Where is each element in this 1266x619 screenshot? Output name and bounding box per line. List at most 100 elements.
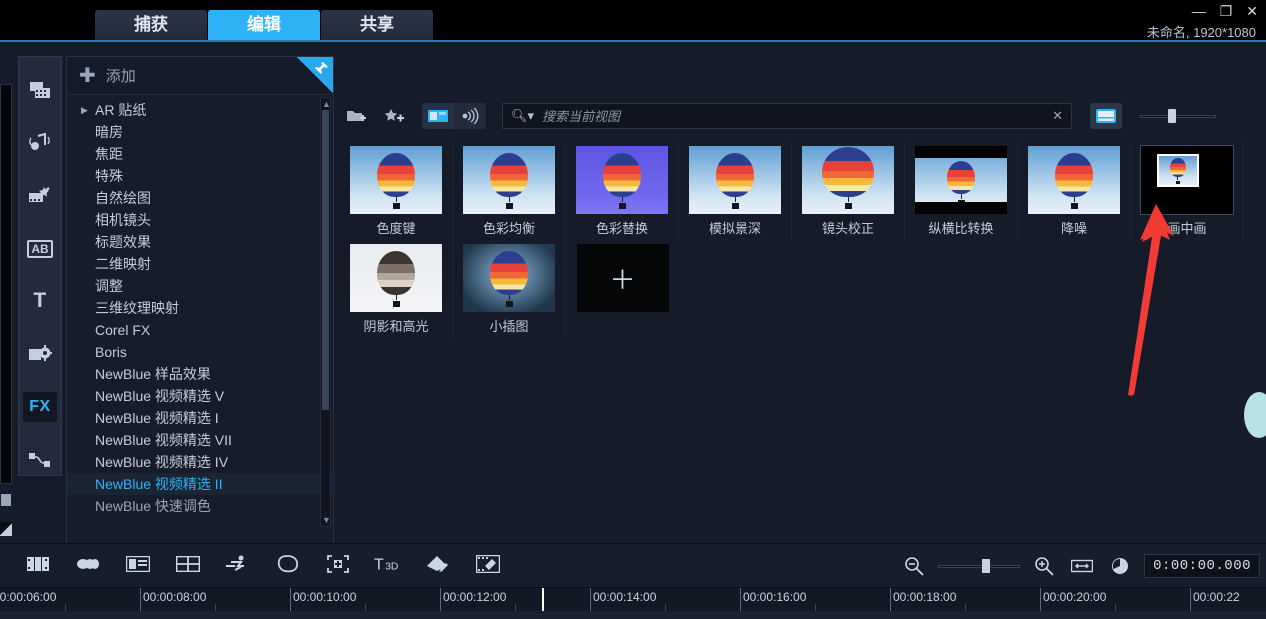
rail-item-path[interactable] bbox=[23, 445, 57, 475]
tab-share[interactable]: 共享 bbox=[321, 10, 433, 40]
tree-item-label: 相机镜头 bbox=[95, 210, 151, 230]
tree-item-label: 自然绘图 bbox=[95, 188, 151, 208]
scroll-up-icon[interactable]: ▲ bbox=[322, 99, 329, 109]
pin-icon[interactable] bbox=[297, 57, 333, 93]
tree-item-13[interactable]: NewBlue 视频精选 V bbox=[67, 385, 335, 407]
restore-icon[interactable]: ❐ bbox=[1220, 4, 1233, 18]
tab-edit[interactable]: 编辑 bbox=[208, 10, 320, 40]
tree-item-18[interactable]: NewBlue 快速调色 bbox=[67, 495, 335, 517]
list-view-icon[interactable] bbox=[1090, 103, 1122, 129]
slider-knob[interactable] bbox=[982, 559, 990, 573]
effect-cell-shadow-highlight[interactable]: 阴影和高光 bbox=[340, 240, 453, 338]
slider-knob[interactable] bbox=[1168, 109, 1176, 123]
rail-item-graphic[interactable] bbox=[23, 339, 57, 369]
tree-item-15[interactable]: NewBlue 视频精选 VII bbox=[67, 429, 335, 451]
tree-item-17-selected[interactable]: NewBlue 视频精选 II bbox=[67, 473, 335, 495]
rail-item-title-label: T bbox=[33, 289, 46, 313]
tree-item-5[interactable]: 相机镜头 bbox=[67, 209, 335, 231]
tree-item-14[interactable]: NewBlue 视频精选 I bbox=[67, 407, 335, 429]
browser-toolbar: 🔍︎▾ ✕ bbox=[340, 98, 1260, 134]
title-bar: 捕获 编辑 共享 — ❐ ✕ 未命名, 1920*1080 bbox=[0, 0, 1266, 40]
star-add-icon[interactable] bbox=[378, 103, 410, 129]
tree-item-6[interactable]: 标题效果 bbox=[67, 231, 335, 253]
effect-cell-aspect-ratio[interactable]: 纵横比转换 bbox=[905, 142, 1018, 240]
close-icon[interactable]: ✕ bbox=[1246, 4, 1258, 18]
tree-item-3[interactable]: 特殊 bbox=[67, 165, 335, 187]
tree-item-label: 暗房 bbox=[95, 122, 123, 142]
track-manager-icon[interactable] bbox=[174, 550, 202, 578]
zoom-out-icon[interactable] bbox=[900, 552, 928, 580]
search-clear-button[interactable]: ✕ bbox=[1052, 108, 1063, 124]
search-icon[interactable]: 🔍︎▾ bbox=[511, 108, 534, 124]
tree-item-0[interactable]: ▶ AR 贴纸 bbox=[67, 99, 335, 121]
tree-item-4[interactable]: 自然绘图 bbox=[67, 187, 335, 209]
tree-scrollbar[interactable]: ▲ ▼ bbox=[320, 97, 331, 527]
multicam-icon[interactable] bbox=[324, 550, 352, 578]
rail-item-fx[interactable]: FX bbox=[23, 392, 57, 422]
tree-item-11[interactable]: Boris bbox=[67, 341, 335, 363]
rail-item-transition[interactable]: AB bbox=[23, 234, 57, 264]
effect-cell-color-replace[interactable]: 色彩替换 bbox=[566, 142, 679, 240]
tree-item-label: Corel FX bbox=[95, 322, 150, 338]
tree-item-16[interactable]: NewBlue 视频精选 IV bbox=[67, 451, 335, 473]
tree-item-9[interactable]: 三维纹理映射 bbox=[67, 297, 335, 319]
storyboard-view-icon[interactable] bbox=[24, 550, 52, 578]
rail-item-filter[interactable] bbox=[23, 181, 57, 211]
timeline-ruler[interactable]: 00:00:06:00 00:00:08:00 00:00:10:00 00:0… bbox=[0, 587, 1266, 619]
collapsed-panel-strip[interactable] bbox=[0, 84, 12, 484]
tree-item-8[interactable]: 调整 bbox=[67, 275, 335, 297]
tree-item-12[interactable]: NewBlue 样品效果 bbox=[67, 363, 335, 385]
zoom-in-icon[interactable] bbox=[1030, 552, 1058, 580]
thumbnail-size-slider[interactable] bbox=[1140, 106, 1216, 126]
window-controls: — ❐ ✕ bbox=[1192, 4, 1258, 18]
panel-handle-bottom[interactable] bbox=[0, 522, 12, 536]
motion-tracking-icon[interactable] bbox=[224, 550, 252, 578]
effect-cell-add-new[interactable]: ＋ bbox=[566, 240, 679, 338]
audio-filter-icon[interactable] bbox=[454, 103, 486, 129]
chevron-right-icon[interactable]: ▶ bbox=[81, 105, 95, 116]
minimize-icon[interactable]: — bbox=[1192, 4, 1206, 18]
effect-cell-lens-correction[interactable]: 镜头校正 bbox=[792, 142, 905, 240]
library-add-bar[interactable]: ✚ 添加 bbox=[67, 57, 333, 95]
search-box[interactable]: 🔍︎▾ ✕ bbox=[502, 103, 1072, 129]
rail-item-media[interactable] bbox=[23, 75, 57, 105]
scroll-down-icon[interactable]: ▼ bbox=[322, 515, 329, 525]
tree-item-10[interactable]: Corel FX bbox=[67, 319, 335, 341]
effect-cell-depth-of-field[interactable]: 模拟景深 bbox=[679, 142, 792, 240]
rail-item-fx-label: FX bbox=[29, 398, 50, 416]
fit-project-icon[interactable] bbox=[1068, 552, 1096, 580]
subtitle-editor-icon[interactable] bbox=[474, 550, 502, 578]
add-effect-icon[interactable]: ＋ bbox=[577, 244, 669, 312]
title-3d-icon[interactable]: T3D bbox=[374, 550, 402, 578]
effect-cell-picture-in-picture[interactable]: 画中画 bbox=[1131, 142, 1244, 240]
effect-cell-vignette[interactable]: 小插图 bbox=[453, 240, 566, 338]
tree-item-label: NewBlue 视频精选 VII bbox=[95, 430, 232, 450]
instant-project-icon[interactable] bbox=[124, 550, 152, 578]
timeline-view-icon[interactable] bbox=[74, 550, 102, 578]
effect-cell-color-balance[interactable]: 色彩均衡 bbox=[453, 142, 566, 240]
effect-cell-chroma-key[interactable]: 色度键 bbox=[340, 142, 453, 240]
timecode-display[interactable]: 0:00:00.000 bbox=[1144, 554, 1260, 578]
filter-view-segment bbox=[422, 103, 486, 129]
timeline-zoom-slider[interactable] bbox=[938, 557, 1020, 575]
scroll-thumb[interactable] bbox=[322, 110, 329, 410]
video-filter-icon[interactable] bbox=[422, 103, 454, 129]
tree-item-label: 标题效果 bbox=[95, 232, 151, 252]
tree-item-2[interactable]: 焦距 bbox=[67, 143, 335, 165]
clock-icon[interactable] bbox=[1106, 552, 1134, 580]
tree-item-7[interactable]: 二维映射 bbox=[67, 253, 335, 275]
ruler-base bbox=[0, 611, 1266, 619]
rail-item-audio[interactable] bbox=[23, 128, 57, 158]
paint-creator-icon[interactable] bbox=[424, 550, 452, 578]
tree-item-1[interactable]: 暗房 bbox=[67, 121, 335, 143]
folder-add-icon[interactable] bbox=[340, 103, 372, 129]
tab-capture[interactable]: 捕获 bbox=[95, 10, 207, 40]
effect-category-tree[interactable]: ▶ AR 贴纸 暗房 焦距 特殊 自然绘图 相机镜头 标题效果 二维映射 调整 … bbox=[67, 95, 335, 530]
effect-cell-denoise[interactable]: 降噪 bbox=[1018, 142, 1131, 240]
rail-item-title[interactable]: T bbox=[23, 287, 57, 317]
search-input[interactable] bbox=[542, 109, 1052, 124]
project-name: 未命名, 1920*1080 bbox=[1147, 22, 1256, 41]
panel-handle-top[interactable] bbox=[1, 494, 11, 506]
mask-creator-icon[interactable] bbox=[274, 550, 302, 578]
effect-thumbnail bbox=[1141, 146, 1233, 214]
